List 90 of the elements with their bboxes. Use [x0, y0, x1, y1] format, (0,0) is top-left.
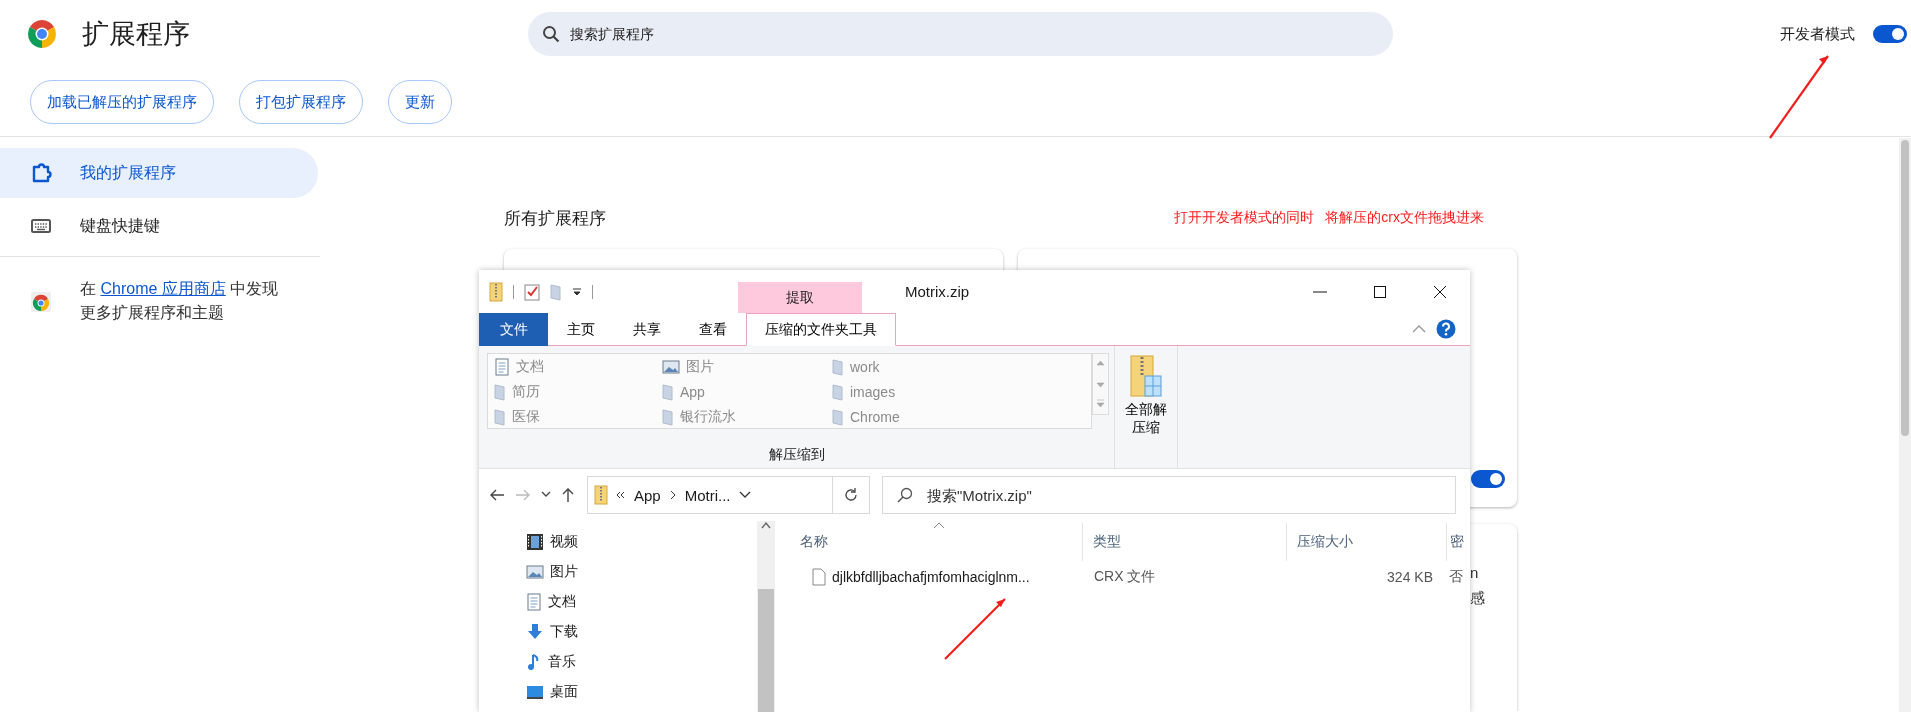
chevron-down-icon[interactable]: [541, 491, 551, 499]
toggle-switch[interactable]: [1873, 25, 1907, 43]
scroll-up-icon[interactable]: [761, 521, 771, 529]
back-arrow-icon[interactable]: [489, 488, 505, 502]
search-input[interactable]: 搜索扩展程序: [568, 25, 1393, 43]
folder-icon: [494, 382, 506, 401]
ribbon-tab[interactable]: 文件: [479, 313, 548, 346]
folder-icon: [832, 382, 844, 401]
destination-item[interactable]: 医保: [494, 404, 540, 429]
search-bar[interactable]: 搜索"Motrix.zip": [882, 476, 1456, 514]
sidebar-item[interactable]: 我的扩展程序: [0, 148, 318, 198]
destination-item[interactable]: 图片: [662, 354, 714, 379]
download-icon: [526, 622, 544, 641]
table-cell-text: 否: [1448, 567, 1464, 586]
search-bar[interactable]: 搜索扩展程序: [528, 12, 1393, 56]
folder-icon: [662, 382, 674, 401]
path-segment[interactable]: App: [634, 486, 661, 504]
destination-item[interactable]: 简历: [494, 379, 540, 404]
search-icon: [897, 487, 913, 503]
sort-caret-icon: [933, 521, 945, 529]
file-icon: [812, 568, 826, 586]
maximize-icon: [1373, 284, 1387, 299]
table-cell-text: CRX 文件: [1093, 567, 1157, 586]
document-icon: [494, 357, 510, 376]
destination-item[interactable]: 银行流水: [662, 404, 736, 429]
annotation-text: 打开开发者模式的同时 将解压的crx文件拖拽进来: [1173, 209, 1484, 227]
refresh-icon[interactable]: [843, 487, 859, 503]
folder-icon: [494, 407, 506, 426]
nav-item[interactable]: 视频: [526, 529, 757, 554]
image-icon: [526, 563, 544, 580]
chevron-right-icon: [668, 490, 677, 500]
search-icon: [542, 25, 560, 43]
minimize-icon: [1313, 290, 1327, 293]
column-header[interactable]: 名称: [775, 523, 1083, 561]
store-note: 在 Chrome 应用商店 中发现更多扩展程序和主题: [80, 279, 280, 323]
film-icon: [526, 532, 544, 551]
document-icon: [526, 592, 542, 611]
toggle-switch[interactable]: [1471, 470, 1505, 488]
column-header[interactable]: 类型: [1083, 523, 1287, 561]
store-link[interactable]: Chrome 应用商店: [100, 280, 226, 297]
group-label: 解压缩到: [768, 446, 825, 464]
help-icon[interactable]: [1436, 319, 1456, 339]
column-header[interactable]: 压缩大小: [1287, 523, 1447, 561]
dropdown-caret-icon: [572, 286, 582, 297]
developer-mode-label: 开发者模式: [1780, 24, 1855, 44]
toolbar-button[interactable]: 加载已解压的扩展程序: [30, 80, 214, 124]
ribbon-tab[interactable]: 压缩的文件夹工具: [746, 313, 896, 346]
folder-icon: [832, 407, 844, 426]
extract-all-button[interactable]: 全部解压缩: [1125, 354, 1167, 436]
zip-folder-icon: [594, 485, 608, 505]
ribbon-tab[interactable]: 查看: [680, 313, 746, 346]
store-icon: [30, 289, 52, 313]
puzzle-icon: [30, 162, 52, 184]
chrome-logo-icon: [26, 18, 58, 50]
address-bar[interactable]: App Motri...: [587, 476, 870, 514]
path-segment[interactable]: Motri...: [684, 486, 731, 504]
context-tab-label: 提取: [738, 282, 862, 313]
card-text: 感: [1470, 589, 1486, 608]
nav-item[interactable]: 下载: [526, 619, 757, 644]
search-input[interactable]: 搜索"Motrix.zip": [925, 485, 1455, 505]
section-heading: 所有扩展程序: [504, 207, 606, 230]
ribbon-tab[interactable]: 共享: [614, 313, 680, 346]
folder-icon: [662, 407, 674, 426]
folder-icon: [832, 357, 844, 376]
zip-folder-grid-icon: [1129, 354, 1163, 398]
zip-folder-icon: [489, 281, 503, 302]
card-text: n: [1470, 564, 1480, 581]
column-header[interactable]: 密: [1447, 523, 1470, 561]
ribbon-tab[interactable]: 主页: [548, 313, 614, 346]
image-icon: [662, 358, 680, 375]
window-title: Motrix.zip: [905, 282, 970, 302]
sidebar-item[interactable]: 键盘快捷键: [0, 201, 318, 251]
nav-item[interactable]: 文档: [526, 589, 757, 614]
destination-item[interactable]: 文档: [494, 354, 544, 379]
table-cell-text: 324 KB: [1386, 568, 1434, 587]
double-chevron-icon: [616, 490, 626, 500]
chevron-up-icon[interactable]: [1412, 324, 1426, 334]
desktop-icon: [526, 683, 544, 700]
chevron-down-icon[interactable]: [738, 491, 751, 499]
checklist-icon: [524, 282, 540, 301]
toolbar-button[interactable]: 更新: [388, 80, 452, 124]
up-arrow-icon[interactable]: [561, 487, 575, 503]
nav-item[interactable]: 桌面: [526, 679, 757, 704]
page-title: 扩展程序: [82, 18, 190, 51]
nav-item[interactable]: 音乐: [526, 649, 757, 674]
table-cell: djlkbfdlljbachafjmfomhaciglnm...: [775, 563, 1083, 591]
close-icon: [1433, 284, 1447, 299]
toolbar-button[interactable]: 打包扩展程序: [239, 80, 363, 124]
nav-item[interactable]: 图片: [526, 559, 757, 584]
folder-icon: [550, 282, 562, 301]
